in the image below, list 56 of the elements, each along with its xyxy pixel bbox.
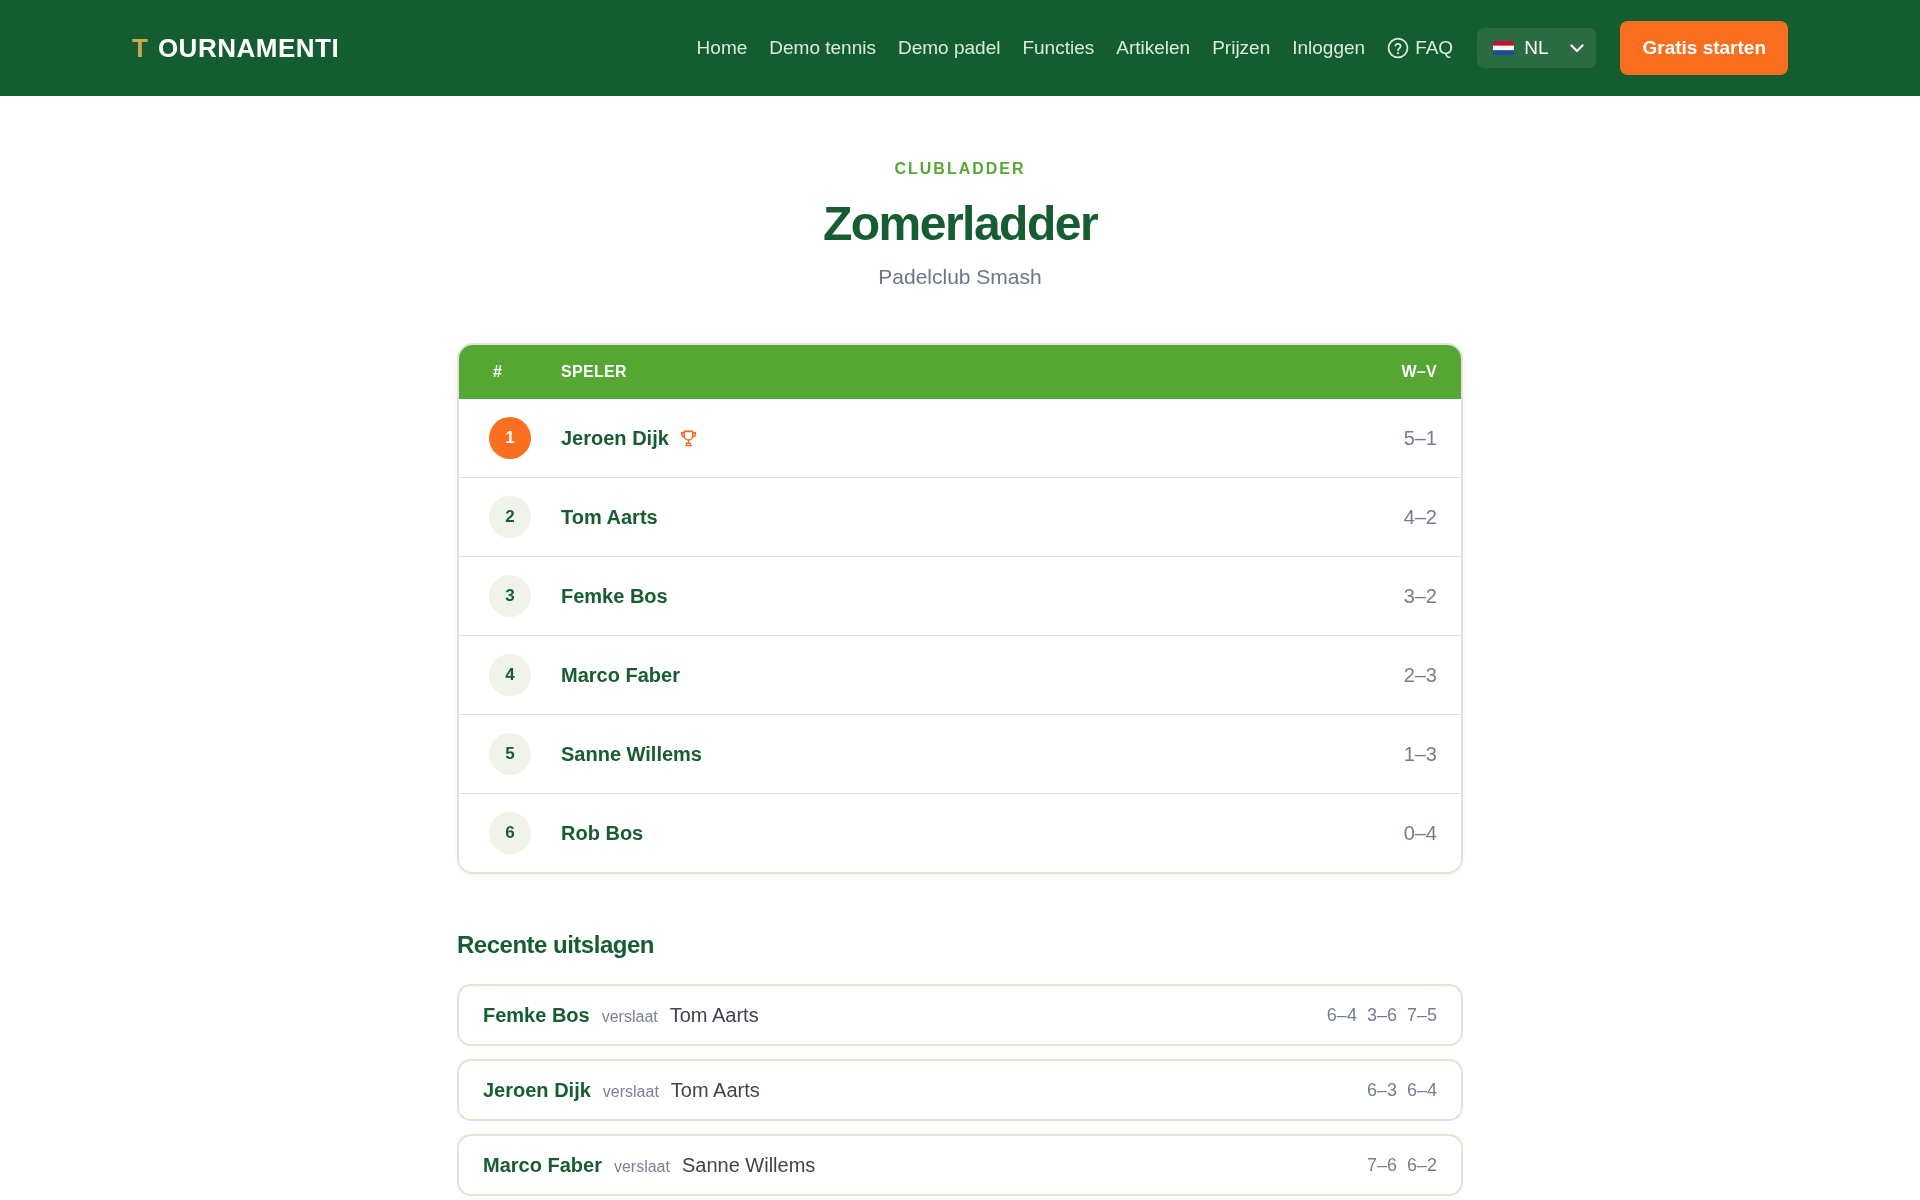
set-score: 6–4 xyxy=(1406,1079,1437,1101)
rank-badge: 6 xyxy=(489,812,531,854)
win-loss-record: 1–3 xyxy=(1403,742,1437,766)
player-name: Jeroen Dijk xyxy=(561,426,669,450)
winner-name: Jeroen Dijk xyxy=(483,1078,591,1102)
caret-icon xyxy=(1570,43,1585,53)
page-title: Zomerladder xyxy=(822,196,1098,252)
win-loss-record: 3–2 xyxy=(1403,584,1437,608)
result-verb: verslaat xyxy=(602,1082,659,1101)
column-header: # xyxy=(492,363,504,381)
win-loss-record: 2–3 xyxy=(1403,663,1437,687)
nav-link[interactable]: Artikelen xyxy=(1116,37,1191,59)
player-name: Tom Aarts xyxy=(561,505,658,529)
set-score: 6–4 xyxy=(1326,1004,1357,1026)
nav-link[interactable]: Home xyxy=(696,37,748,59)
set-score: 7–5 xyxy=(1406,1004,1437,1026)
rank-badge: 3 xyxy=(489,575,531,617)
nav-link[interactable]: Functies xyxy=(1022,37,1095,59)
rank-badge: 1 xyxy=(489,417,531,459)
loser-name: Tom Aarts xyxy=(669,1003,759,1027)
player-name: Sanne Willems xyxy=(561,742,702,766)
nav-link[interactable]: Prijzen xyxy=(1212,37,1271,59)
nav-link[interactable]: Demo padel xyxy=(897,37,1001,59)
loser-name: Tom Aarts xyxy=(670,1078,760,1102)
rank-badge: 5 xyxy=(489,733,531,775)
rank-badge: 4 xyxy=(489,654,531,696)
player-name: Rob Bos xyxy=(561,821,644,845)
player-name: Marco Faber xyxy=(561,663,680,687)
set-score: 7–6 xyxy=(1366,1154,1397,1176)
set-score: 6–2 xyxy=(1406,1154,1437,1176)
win-loss-record: 4–2 xyxy=(1403,505,1437,529)
rank-badge: 2 xyxy=(489,496,531,538)
section-eyebrow: CLUBLADDER xyxy=(894,159,1026,179)
section-heading: Recente uitslagen xyxy=(457,930,654,960)
set-score: 6–3 xyxy=(1366,1079,1397,1101)
winner-name: Marco Faber xyxy=(483,1153,602,1177)
trophy-icon xyxy=(678,428,698,448)
logo-wordmark[interactable]: OURNAMENTI xyxy=(157,32,340,64)
win-loss-record: 5–1 xyxy=(1403,426,1437,450)
flag-icon xyxy=(1493,41,1515,55)
nav-link[interactable]: Inloggen xyxy=(1292,37,1366,59)
column-header: SPELER xyxy=(561,363,628,381)
nav-link[interactable]: Demo tennis xyxy=(769,37,876,59)
result-verb: verslaat xyxy=(613,1157,670,1176)
set-score: 3–6 xyxy=(1366,1004,1397,1026)
help-icon xyxy=(1387,37,1410,59)
winner-name: Femke Bos xyxy=(483,1003,590,1027)
result-verb: verslaat xyxy=(601,1007,658,1026)
win-loss-record: 0–4 xyxy=(1403,821,1437,845)
club-name: Padelclub Smash xyxy=(878,264,1042,290)
faq-link[interactable]: FAQ xyxy=(1387,37,1454,59)
logo-initial[interactable]: T xyxy=(132,32,148,64)
language-select[interactable]: NL xyxy=(1477,28,1597,68)
loser-name: Sanne Willems xyxy=(681,1153,816,1177)
player-name: Femke Bos xyxy=(561,584,668,608)
column-header: W–V xyxy=(1401,363,1437,381)
